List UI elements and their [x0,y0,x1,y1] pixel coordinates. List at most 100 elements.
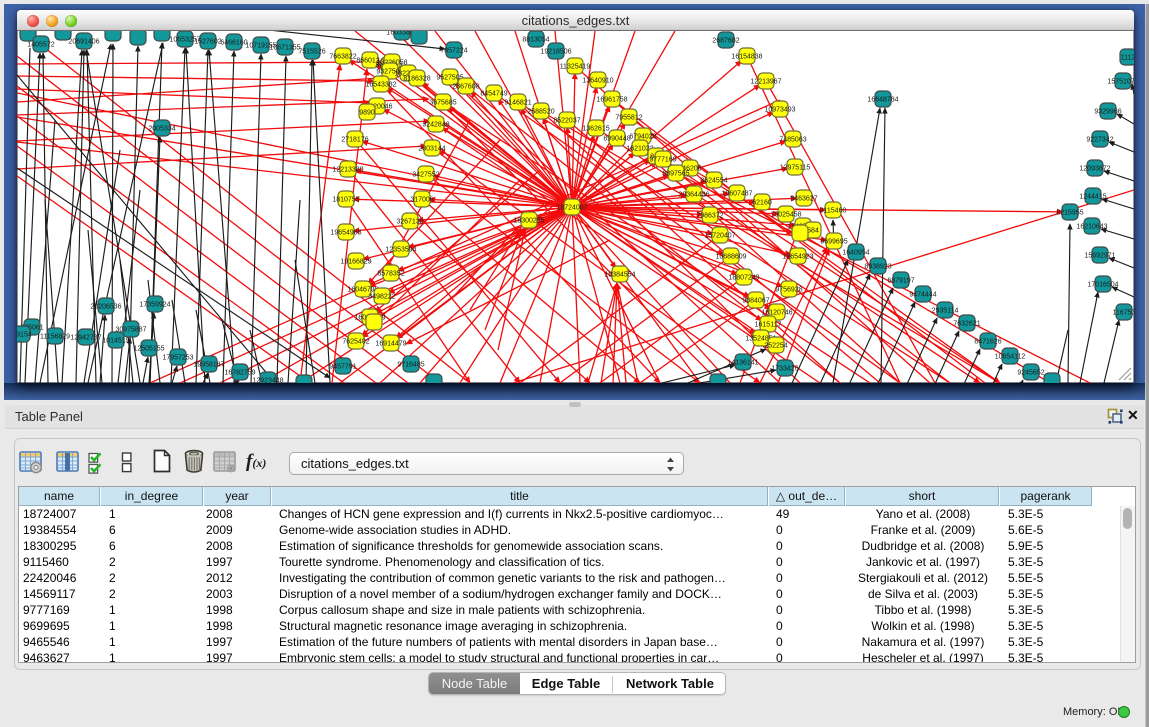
svg-text:6794028: 6794028 [629,133,656,140]
svg-text:9227342: 9227342 [1086,136,1113,143]
svg-text:3427552: 3427552 [412,171,439,178]
svg-text:9457791: 9457791 [329,363,356,370]
svg-text:9242848: 9242848 [422,121,449,128]
svg-text:18807249: 18807249 [728,274,759,281]
svg-text:19218506: 19218506 [540,48,571,55]
svg-text:12505155: 12505155 [133,345,164,352]
svg-text:17016504: 17016504 [1087,281,1118,288]
svg-text:12353594: 12353594 [385,246,416,253]
svg-text:1405572: 1405572 [27,41,54,48]
svg-text:39154: 39154 [17,331,32,338]
svg-text:12942737: 12942737 [70,334,101,341]
svg-text:9890: 9890 [359,109,375,116]
svg-text:9146821: 9146821 [504,99,531,106]
svg-text:2005334: 2005334 [148,125,175,132]
svg-text:6879197: 6879197 [887,277,914,284]
svg-text:11156829: 11156829 [40,333,70,340]
svg-text:19654985: 19654985 [330,229,361,236]
svg-text:62160: 62160 [752,199,772,206]
svg-text:10688609: 10688609 [715,253,746,260]
svg-text:14136141: 14136141 [727,359,758,366]
svg-text:19384554: 19384554 [604,271,635,278]
svg-text:9756928: 9756928 [775,286,802,293]
svg-text:3624554: 3624554 [700,177,727,184]
svg-text:6897565: 6897565 [662,170,689,177]
svg-text:12975115: 12975115 [780,164,811,171]
svg-text:116753: 116753 [1113,309,1134,316]
svg-text:15692971: 15692971 [1084,252,1115,259]
svg-text:11325419: 11325419 [560,63,591,70]
svg-text:7515526: 7515526 [298,48,325,55]
svg-text:7625402: 7625402 [342,338,369,345]
svg-text:16648784: 16648784 [867,96,898,103]
svg-text:9245652: 9245652 [1017,369,1044,376]
svg-text:1112: 1112 [1121,54,1134,61]
svg-text:2367608: 2367608 [452,83,479,90]
svg-text:1014519: 1014519 [102,337,129,344]
svg-text:18724007: 18724007 [556,204,587,211]
svg-text:17359924: 17359924 [139,301,170,308]
svg-text:317006: 317006 [410,196,433,203]
svg-text:8215955: 8215955 [1056,209,1083,216]
svg-text:16961758: 16961758 [596,96,627,103]
svg-text:13640910: 13640910 [582,77,613,84]
svg-text:10025458: 10025458 [770,211,801,218]
svg-text:18300295: 18300295 [513,217,544,224]
svg-text:2588520: 2588520 [527,108,554,115]
svg-text:8522037: 8522037 [553,117,580,124]
svg-text:16120746: 16120746 [761,309,792,316]
svg-text:10671355: 10671355 [269,44,300,51]
svg-text:584: 584 [807,227,819,234]
svg-text:3675685: 3675685 [429,99,456,106]
svg-text:19166829: 19166829 [340,258,371,265]
svg-text:1810755: 1810755 [332,196,359,203]
svg-text:2935114: 2935114 [932,307,959,314]
svg-text:9115460: 9115460 [820,207,847,214]
svg-text:1362615: 1362615 [582,125,609,132]
svg-text:10607487: 10607487 [721,190,752,197]
svg-text:8186328: 8186328 [403,75,430,82]
svg-text:7485063: 7485063 [779,136,806,143]
svg-text:7632621: 7632621 [953,320,980,327]
svg-text:2803144: 2803144 [418,145,445,152]
svg-text:12213389: 12213389 [332,166,363,173]
svg-text:8454749: 8454749 [480,90,507,97]
svg-text:12923448: 12923448 [252,377,283,383]
svg-text:9777169: 9777169 [649,156,676,163]
svg-text:16543382: 16543382 [365,81,396,88]
svg-text:8938923: 8938923 [864,263,891,270]
svg-text:10654112: 10654112 [995,353,1026,360]
svg-text:19958187: 19958187 [193,361,224,368]
svg-text:6466160: 6466160 [220,39,247,46]
svg-text:16914479: 16914479 [375,340,406,347]
svg-text:3498222: 3498222 [368,293,395,300]
svg-text:30975887: 30975887 [115,326,146,333]
svg-text:7663822: 7663822 [329,53,356,60]
svg-text:8471626: 8471626 [974,338,1001,345]
svg-text:17957253: 17957253 [162,354,193,361]
svg-text:1527602: 1527602 [194,38,221,45]
svg-text:9699695: 9699695 [820,238,847,245]
svg-text:9716485: 9716485 [397,361,424,368]
svg-text:16782759: 16782759 [224,369,255,376]
svg-text:16154838: 16154838 [731,53,762,60]
svg-text:2718176: 2718176 [341,136,368,143]
svg-text:15720407: 15720407 [704,232,735,239]
svg-text:20691406: 20691406 [68,38,99,45]
svg-text:20206536: 20206536 [90,303,121,310]
svg-text:7857224: 7857224 [440,47,467,54]
svg-text:1733426: 1733426 [771,365,798,372]
svg-text:9084067: 9084067 [742,297,769,304]
svg-text:7955812: 7955812 [615,114,642,121]
svg-text:9329966: 9329966 [1094,108,1121,115]
svg-text:10973493: 10973493 [764,106,795,113]
svg-text:15751074: 15751074 [1107,78,1134,85]
svg-text:2687682: 2687682 [712,37,739,44]
svg-text:20364436: 20364436 [678,191,709,198]
svg-text:1244415: 1244415 [1079,193,1106,200]
svg-text:252254: 252254 [764,342,787,349]
svg-text:1615117: 1615117 [755,321,782,328]
svg-text:12213967: 12213967 [750,78,781,85]
svg-text:3267130: 3267130 [396,218,423,225]
svg-text:8813054: 8813054 [522,36,549,43]
